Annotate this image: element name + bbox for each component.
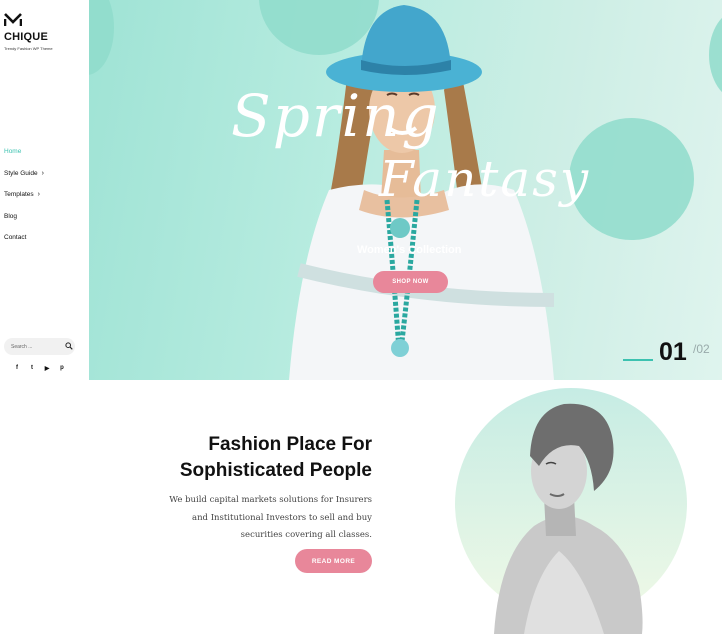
portrait-image — [455, 388, 687, 634]
main-nav: Home Style Guide › Templates › Blog Cont… — [4, 148, 44, 256]
brand-name[interactable]: CHIQUE — [4, 31, 48, 43]
brand-tagline: Trendy Fashion WP Theme — [4, 46, 53, 51]
heading-line: Sophisticated People — [179, 460, 372, 481]
hero-slider: Spring Fantasy Women's Collection SHOP N… — [89, 0, 722, 380]
nav-item-label: Home — [4, 148, 22, 155]
social-links: f t ▶ p — [13, 364, 66, 372]
search-icon[interactable] — [65, 342, 73, 350]
search-input[interactable] — [11, 338, 59, 355]
hero-title-line1: Spring — [231, 82, 441, 150]
nav-item-label: Style Guide — [4, 169, 38, 177]
description-line: securities covering all classes. — [240, 530, 372, 540]
pinterest-icon[interactable]: p — [58, 364, 66, 372]
nav-item-contact[interactable]: Contact — [4, 234, 44, 256]
intro-section: Fashion Place For Sophisticated People W… — [89, 380, 722, 634]
section-heading: Fashion Place For Sophisticated People — [149, 432, 372, 484]
slide-current-number: 01 — [659, 338, 687, 366]
search-box — [4, 338, 75, 355]
chevron-right-icon: › — [37, 191, 40, 198]
nav-item-label: Templates — [4, 191, 34, 198]
slide-progress-line — [623, 359, 653, 361]
hero-title-line2: Fantasy — [379, 150, 591, 208]
decorative-circle — [89, 0, 114, 75]
read-more-button[interactable]: READ MORE — [295, 549, 372, 573]
nav-item-blog[interactable]: Blog — [4, 213, 44, 235]
heading-line: Fashion Place For — [208, 434, 372, 455]
hero-subtitle: Women's Collection — [357, 244, 462, 256]
shop-now-button[interactable]: SHOP NOW — [373, 271, 448, 293]
description-line: We build capital markets solutions for I… — [169, 495, 372, 505]
chevron-right-icon: › — [41, 169, 44, 177]
nav-item-label: Contact — [4, 234, 27, 241]
section-description: We build capital markets solutions for I… — [129, 492, 372, 545]
nav-item-label: Blog — [4, 212, 18, 220]
youtube-icon[interactable]: ▶ — [43, 364, 51, 372]
facebook-icon[interactable]: f — [13, 364, 21, 372]
slide-total-number: /02 — [693, 342, 710, 356]
decorative-circle — [709, 10, 722, 100]
nav-item-templates[interactable]: Templates › — [4, 191, 44, 213]
twitter-icon[interactable]: t — [28, 364, 36, 372]
nav-item-home[interactable]: Home — [4, 148, 44, 170]
nav-item-style-guide[interactable]: Style Guide › — [4, 170, 44, 192]
description-line: and Institutional Investors to sell and … — [192, 512, 372, 523]
sidebar: CHIQUE Trendy Fashion WP Theme Home Styl… — [0, 0, 89, 634]
logo-icon[interactable] — [4, 13, 22, 27]
